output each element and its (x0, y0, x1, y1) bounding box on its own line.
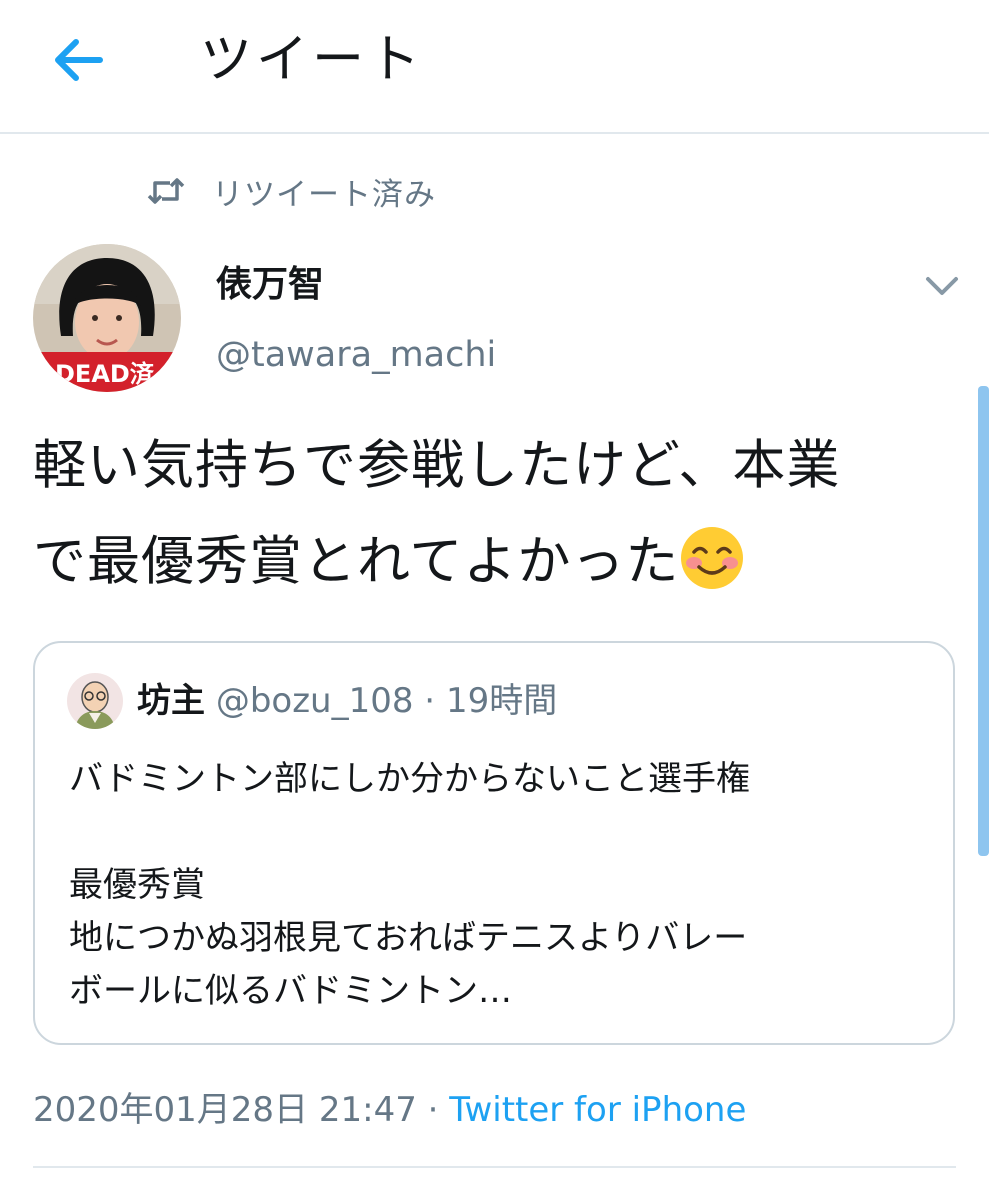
tweet-source-link[interactable]: Twitter for iPhone (449, 1090, 746, 1130)
quoted-line-4: 地につかぬ羽根見ておればテニスよりバレー (69, 918, 748, 958)
quoted-header: 坊主 @bozu_108 · 19時間 (137, 677, 557, 725)
tweet-text: 軽い気持ちで参戦したけど、本業 で最優秀賞とれてよかった (33, 418, 963, 610)
quoted-handle: @bozu_108 (215, 681, 414, 721)
tweet-text-line-2: で最優秀賞とれてよかった (33, 531, 680, 592)
divider (33, 1166, 956, 1168)
avatar-image: DEAD済 (33, 244, 181, 392)
top-bar: ツイート (0, 0, 989, 134)
back-button[interactable] (48, 30, 108, 90)
more-options-button[interactable] (918, 266, 966, 306)
quoted-text: バドミントン部にしか分からないこと選手権 最優秀賞 地につかぬ羽根見ておればテニ… (69, 753, 929, 1018)
tweet-text-line-1: 軽い気持ちで参戦したけど、本業 (33, 435, 841, 496)
avatar[interactable]: DEAD済 (33, 244, 181, 392)
avatar-badge: DEAD済 (55, 360, 155, 388)
arrow-left-icon (55, 39, 103, 81)
tweet-meta: 2020年01月28日 21:47 · Twitter for iPhone (33, 1082, 746, 1138)
quoted-line-2 (69, 806, 929, 859)
quoted-time: 19時間 (445, 681, 558, 721)
chevron-down-icon (926, 277, 958, 295)
retweet-label: リツイート済み (212, 176, 436, 213)
smiling-face-icon (681, 527, 744, 589)
quoted-display-name: 坊主 (137, 681, 205, 721)
scrollbar[interactable] (978, 386, 989, 856)
quoted-line-1: バドミントン部にしか分からないこと選手権 (69, 759, 751, 799)
author-handle[interactable]: @tawara_machi (216, 330, 496, 380)
quoted-separator: · (413, 681, 446, 721)
page-title: ツイート (200, 30, 425, 90)
quoted-avatar (67, 673, 123, 729)
retweet-icon (147, 178, 185, 204)
quoted-avatar-image (67, 673, 123, 729)
retweet-banner: リツイート済み (146, 166, 436, 216)
meta-separator: · (416, 1090, 450, 1130)
author-display-name[interactable]: 俵万智 (216, 260, 324, 310)
quoted-tweet-card[interactable]: 坊主 @bozu_108 · 19時間 バドミントン部にしか分からないこと選手権… (33, 641, 955, 1045)
quoted-line-3: 最優秀賞 (69, 865, 205, 905)
tweet-timestamp: 2020年01月28日 21:47 (33, 1090, 417, 1130)
quoted-line-5: ボールに似るバドミントン… (69, 971, 513, 1011)
